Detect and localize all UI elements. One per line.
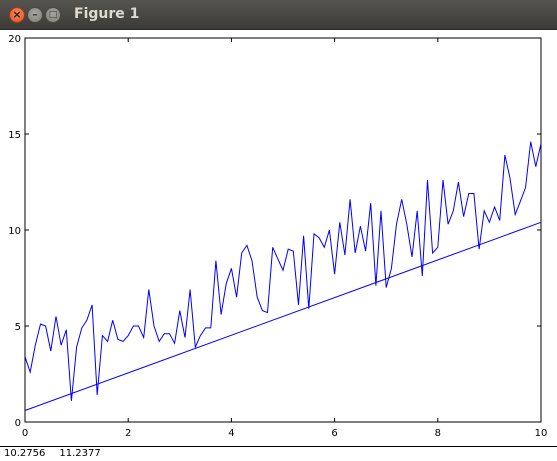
minimize-window-button[interactable]: – [27,7,43,23]
maximize-window-button[interactable]: □ [45,7,61,23]
x-tick-label: 2 [125,428,131,439]
noisy-data-line [24,141,542,401]
axes [24,37,542,423]
y-tick-label: 20 [8,34,21,45]
x-tick-label: 4 [228,428,234,439]
y-tick-label: 15 [8,130,21,141]
cursor-y-readout: 11.2377 [59,448,101,459]
line-chart[interactable]: 0 2 4 6 8 10 0 5 10 15 20 [0,30,557,446]
y-tick-label: 5 [15,322,21,333]
figure-canvas[interactable]: 0 2 4 6 8 10 0 5 10 15 20 [0,30,557,446]
trend-line [24,221,542,411]
x-tick-label: 8 [435,428,441,439]
close-window-button[interactable]: × [9,7,25,23]
window-titlebar[interactable]: × – □ Figure 1 [0,0,557,30]
window-title: Figure 1 [74,6,140,22]
data-series [24,141,542,411]
plot-frame [24,37,542,423]
tick-labels: 0 2 4 6 8 10 0 5 10 15 20 [8,34,547,439]
status-bar: 10.2756 11.2377 [0,446,557,459]
x-tick-label: 6 [331,428,337,439]
x-tick-label: 0 [22,428,28,439]
cursor-x-readout: 10.2756 [4,448,46,459]
y-tick-label: 0 [15,418,21,429]
y-tick-label: 10 [8,226,21,237]
x-tick-label: 10 [535,428,548,439]
